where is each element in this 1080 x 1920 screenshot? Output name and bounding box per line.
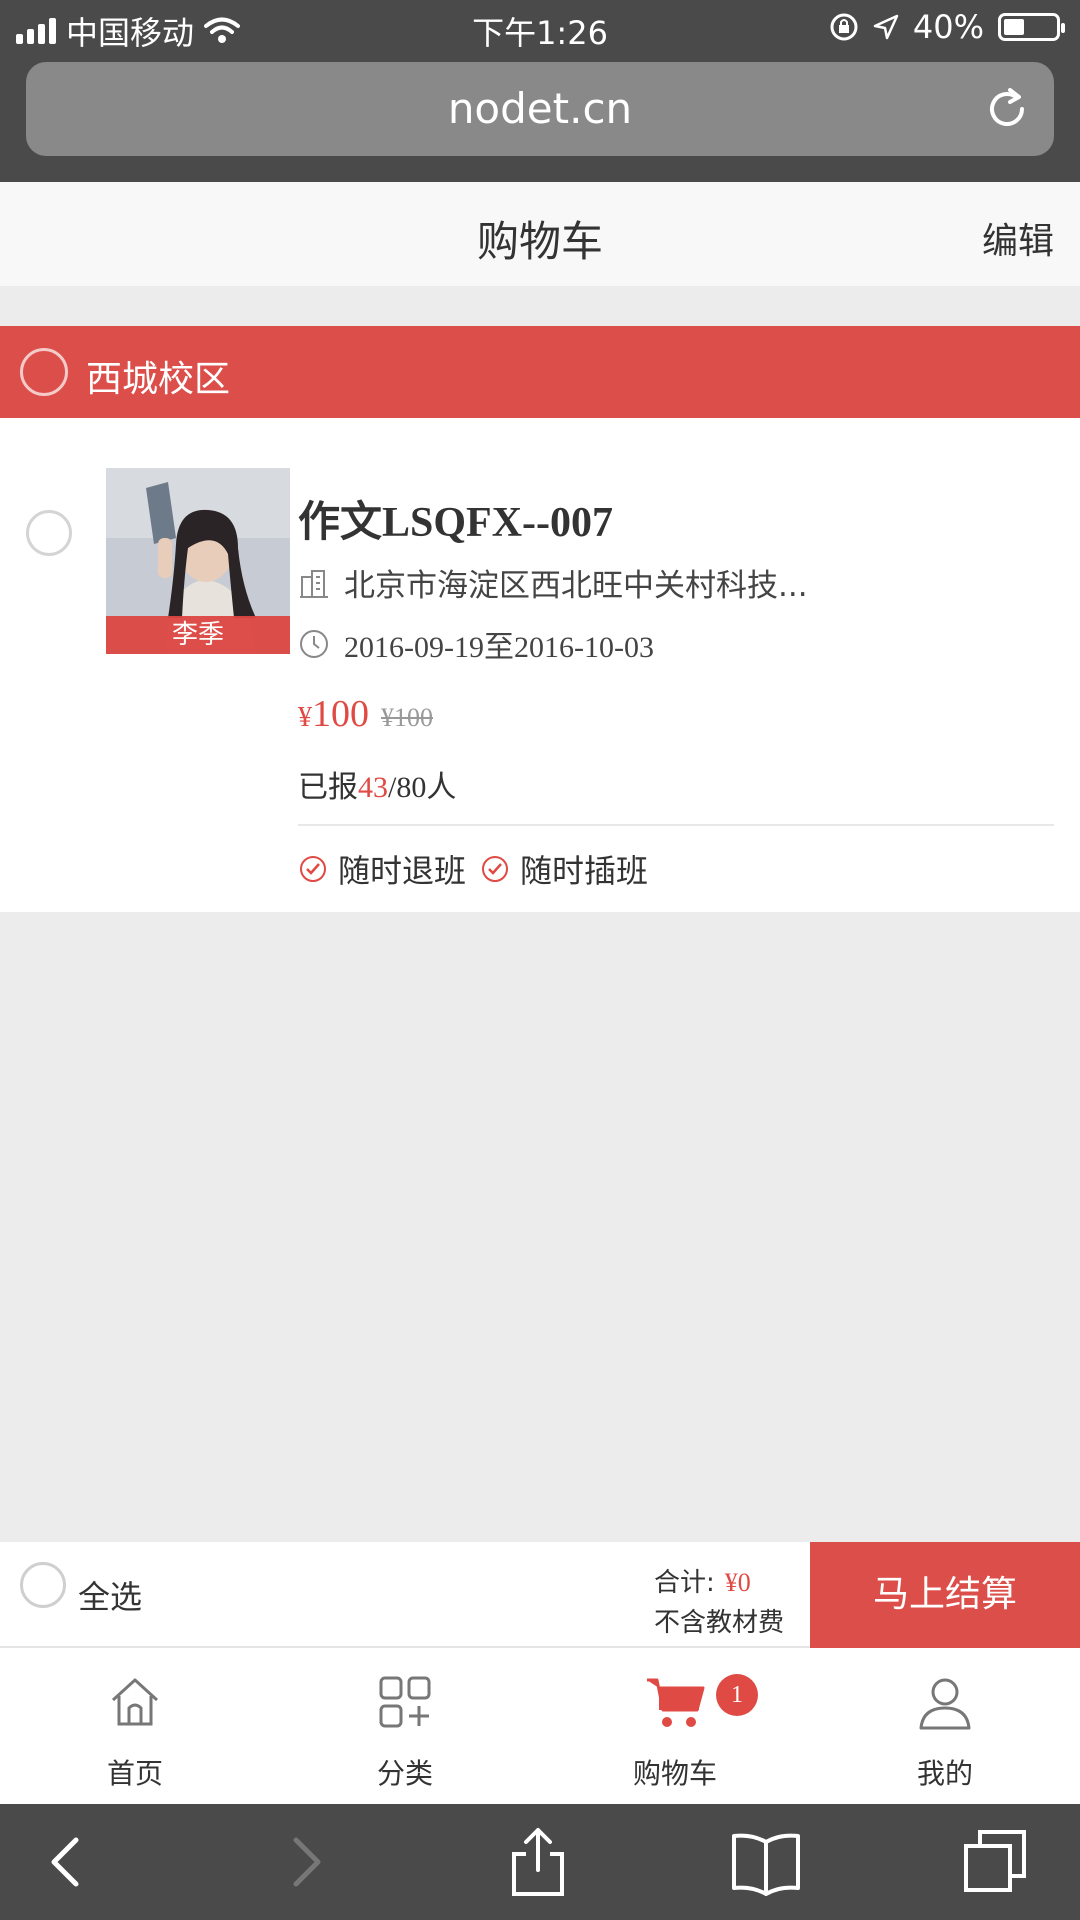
cart-icon	[647, 1678, 705, 1727]
cart-badge: 1	[716, 1674, 758, 1716]
enrollment-count: 已报43/80人	[298, 771, 457, 804]
tab-label: 购物车	[632, 1757, 717, 1790]
date-row: 2016-09-19至2016-10-03	[298, 622, 654, 666]
tab-bar: 首页 分类 购物车 1 我的	[0, 1648, 1080, 1804]
course-tags: 随时退班 随时插班	[298, 846, 648, 892]
tab-label: 分类	[376, 1757, 433, 1790]
category-icon	[379, 1676, 431, 1728]
course-title[interactable]: 作文LSQFX--007	[298, 488, 613, 549]
reload-icon[interactable]	[982, 84, 1032, 134]
item-select-checkbox[interactable]	[26, 510, 72, 556]
campus-name: 西城校区	[86, 359, 231, 400]
bookmarks-icon[interactable]	[730, 1826, 802, 1898]
material-note: 不含教材费	[654, 1608, 785, 1638]
total-row: 合计: ¥0	[654, 1568, 751, 1598]
address-row: 北京市海淀区西北旺中关村科技...	[298, 560, 808, 605]
teacher-name: 李季	[106, 616, 290, 654]
tab-label: 我的	[916, 1757, 973, 1790]
tabs-icon[interactable]	[960, 1826, 1032, 1898]
page-title: 购物车	[476, 217, 603, 266]
tab-home[interactable]: 首页	[0, 1648, 270, 1804]
divider	[298, 824, 1054, 826]
tab-label: 首页	[106, 1757, 163, 1790]
checkout-bar: 全选 合计: ¥0 不含教材费 马上结算	[0, 1542, 1080, 1648]
clock-icon	[300, 630, 328, 658]
current-price: ¥100	[298, 693, 369, 735]
check-circle-icon	[482, 856, 509, 882]
edit-button[interactable]: 编辑	[982, 212, 1054, 264]
checkout-button[interactable]: 马上结算	[810, 1542, 1080, 1648]
status-right: 40%	[829, 8, 1065, 46]
cart-item[interactable]: 李季 作文LSQFX--007 北京市海淀区西北旺中关村科技... 2016-0…	[0, 418, 1080, 912]
course-address: 北京市海淀区西北旺中关村科技...	[344, 568, 808, 604]
teacher-photo: 李季	[106, 468, 290, 654]
tab-cart[interactable]: 购物车	[540, 1648, 810, 1804]
select-all-label[interactable]: 全选	[78, 1572, 142, 1618]
back-icon[interactable]	[30, 1826, 102, 1898]
address-bar[interactable]: nodet.cn	[26, 62, 1054, 156]
price-row: ¥100 ¥100	[298, 692, 433, 736]
course-dates: 2016-09-19至2016-10-03	[344, 631, 654, 664]
share-icon[interactable]	[502, 1826, 574, 1898]
home-icon	[111, 1678, 159, 1726]
tag-refund: 随时退班	[298, 846, 466, 892]
app-header: 购物车 编辑	[0, 182, 1080, 286]
system-status-bar: 中国移动 下午1:26 40% nodet.cn	[0, 0, 1080, 182]
original-price: ¥100	[381, 703, 433, 732]
forward-icon[interactable]	[270, 1826, 342, 1898]
building-icon	[300, 569, 328, 598]
user-icon	[919, 1678, 971, 1730]
tag-join: 随时插班	[480, 846, 648, 892]
location-icon	[873, 14, 899, 40]
total-amount: ¥0	[724, 1568, 751, 1597]
tab-category[interactable]: 分类	[270, 1648, 540, 1804]
battery-percent: 40%	[912, 8, 984, 46]
browser-toolbar	[0, 1804, 1080, 1920]
campus-select-checkbox[interactable]	[20, 348, 68, 396]
check-circle-icon	[300, 856, 326, 882]
tab-profile[interactable]: 我的	[810, 1648, 1080, 1804]
url-text[interactable]: nodet.cn	[26, 84, 1054, 133]
rotation-lock-icon	[830, 13, 858, 41]
select-all-checkbox[interactable]	[20, 1562, 66, 1608]
battery-icon	[998, 13, 1065, 41]
campus-group-header: 西城校区	[0, 326, 1080, 418]
